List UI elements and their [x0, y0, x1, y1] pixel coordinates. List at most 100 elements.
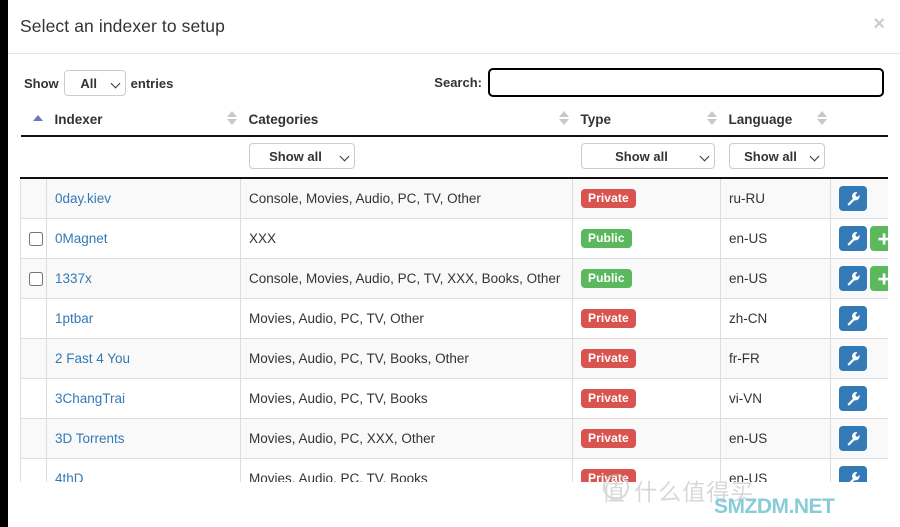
configure-wrench-button[interactable] — [839, 386, 867, 411]
indexer-link[interactable]: 4thD — [55, 471, 84, 482]
cell-categories: Console, Movies, Audio, PC, TV, Other — [240, 177, 573, 219]
table-filter-row: Show allConsoleMoviesAudioPCTVXXXBooksOt… — [20, 136, 888, 179]
row-select-cell[interactable] — [20, 218, 47, 259]
cell-type: Private — [572, 418, 721, 459]
cell-language: ru-RU — [720, 177, 831, 219]
table-header-row: Indexer Categories Type Language — [20, 106, 888, 137]
cell-type: Public — [572, 258, 721, 299]
column-header-language-label: Language — [728, 112, 793, 127]
search-label: Search: — [434, 75, 482, 90]
entries-length-select[interactable]: All102550100 — [63, 70, 126, 96]
table-header: Indexer Categories Type Language Show al… — [20, 106, 888, 179]
column-header-type-label: Type — [580, 112, 612, 127]
row-select-cell — [20, 418, 47, 459]
indexer-link[interactable]: 1337x — [55, 271, 92, 286]
row-select-checkbox[interactable] — [29, 232, 43, 247]
cell-indexer: 3ChangTrai — [46, 378, 241, 419]
modal-header: Select an indexer to setup × — [8, 0, 900, 54]
cell-language: en-US — [720, 458, 831, 482]
configure-wrench-button[interactable] — [839, 426, 867, 451]
table-scroll-region[interactable]: Indexer Categories Type Language Show al… — [20, 106, 888, 482]
configure-wrench-button[interactable] — [839, 186, 867, 211]
cell-type: Private — [572, 338, 721, 379]
table-row[interactable]: 3ChangTrai Movies, Audio, PC, TV, Books Pr… — [20, 378, 888, 419]
indexer-link[interactable]: 1ptbar — [55, 311, 93, 326]
length-control: Show All102550100 entries — [24, 70, 173, 96]
cell-type: Public — [572, 218, 721, 259]
indexer-link[interactable]: 3D Torrents — [55, 431, 125, 446]
cell-indexer: 3D Torrents — [46, 418, 241, 459]
cell-actions — [830, 218, 888, 259]
status-badge: Private — [581, 188, 636, 209]
row-select-cell[interactable] — [20, 258, 47, 299]
column-header-language[interactable]: Language — [706, 106, 831, 137]
configure-wrench-button[interactable] — [839, 466, 867, 482]
indexer-link[interactable]: 2 Fast 4 You — [55, 351, 130, 366]
indexer-link[interactable]: 0Magnet — [55, 231, 108, 246]
table-row[interactable]: 0Magnet XXX Public en-US — [20, 218, 888, 259]
sort-ascending-icon — [32, 111, 43, 125]
row-select-cell — [20, 458, 47, 482]
cell-actions — [830, 258, 888, 299]
cell-language: en-US — [720, 218, 831, 259]
filter-categories-select[interactable]: Show allConsoleMoviesAudioPCTVXXXBooksOt… — [248, 143, 355, 169]
table-row[interactable]: 0day.kiev Console, Movies, Audio, PC, TV,… — [20, 177, 888, 219]
cell-actions — [830, 338, 888, 379]
cell-language: zh-CN — [720, 298, 831, 339]
table-row[interactable]: 1337x Console, Movies, Audio, PC, TV, XXX… — [20, 258, 888, 299]
cell-categories: Console, Movies, Audio, PC, TV, XXX, Boo… — [240, 258, 573, 299]
cell-indexer: 1ptbar — [46, 298, 241, 339]
cell-actions — [830, 378, 888, 419]
table-body: 0day.kiev Console, Movies, Audio, PC, TV,… — [20, 177, 888, 482]
column-header-type[interactable]: Type — [558, 106, 721, 137]
length-suffix-label: entries — [130, 75, 174, 91]
cell-categories: Movies, Audio, PC, TV, Books, Other — [240, 338, 573, 379]
cell-language: fr-FR — [720, 338, 831, 379]
filter-language-wrap: Show allen-USru-RUzh-CNfr-FRvi-VN — [728, 143, 825, 169]
sort-none-icon — [226, 111, 237, 125]
status-badge: Public — [581, 268, 632, 289]
row-select-cell — [20, 298, 47, 339]
sort-none-icon — [816, 111, 827, 125]
cell-indexer: 0day.kiev — [46, 177, 241, 219]
cell-indexer: 4thD — [46, 458, 241, 482]
table-row[interactable]: 1ptbar Movies, Audio, PC, TV, Other Privat… — [20, 298, 888, 339]
configure-wrench-button[interactable] — [839, 266, 867, 291]
cell-actions — [830, 418, 888, 459]
cell-type: Private — [572, 458, 721, 482]
watermark-site-text: SMZDM.NET — [714, 495, 835, 518]
cell-indexer: 0Magnet — [46, 218, 241, 259]
table-row[interactable]: 2 Fast 4 You Movies, Audio, PC, TV, Books… — [20, 338, 888, 379]
add-indexer-button[interactable] — [870, 266, 888, 291]
configure-wrench-button[interactable] — [839, 226, 867, 251]
column-header-indexer-label: Indexer — [54, 112, 103, 127]
close-icon[interactable]: × — [869, 12, 889, 36]
table-row[interactable]: 3D Torrents Movies, Audio, PC, XXX, Other… — [20, 418, 888, 459]
filter-language-select[interactable]: Show allen-USru-RUzh-CNfr-FRvi-VN — [728, 143, 825, 169]
indexer-link[interactable]: 3ChangTrai — [55, 391, 125, 406]
add-indexer-button[interactable] — [870, 226, 888, 251]
indexer-select-modal: Select an indexer to setup × Show All102… — [8, 0, 900, 527]
sort-none-icon — [558, 111, 569, 125]
status-badge: Private — [581, 388, 636, 409]
status-badge: Private — [581, 348, 636, 369]
configure-wrench-button[interactable] — [839, 306, 867, 331]
filter-type-select[interactable]: Show allPublicPrivateSemi-Private — [580, 143, 715, 169]
row-select-checkbox[interactable] — [29, 272, 43, 287]
indexer-link[interactable]: 0day.kiev — [55, 191, 111, 206]
cell-language: en-US — [720, 258, 831, 299]
cell-language: en-US — [720, 418, 831, 459]
length-select-wrap: All102550100 — [63, 70, 126, 96]
column-header-actions[interactable] — [816, 106, 888, 137]
cell-categories: XXX — [240, 218, 573, 259]
table-row[interactable]: 4thD Movies, Audio, PC, TV, Books Private e… — [20, 458, 888, 482]
configure-wrench-button[interactable] — [839, 346, 867, 371]
filter-cell-select — [20, 136, 47, 179]
column-header-categories[interactable]: Categories — [226, 106, 573, 137]
filter-cell-indexer — [46, 136, 241, 179]
search-input[interactable] — [488, 68, 884, 97]
column-header-indexer[interactable]: Indexer — [32, 106, 241, 137]
indexer-table: Indexer Categories Type Language Show al… — [20, 106, 888, 482]
status-badge: Private — [581, 428, 636, 449]
status-badge: Public — [581, 228, 632, 249]
